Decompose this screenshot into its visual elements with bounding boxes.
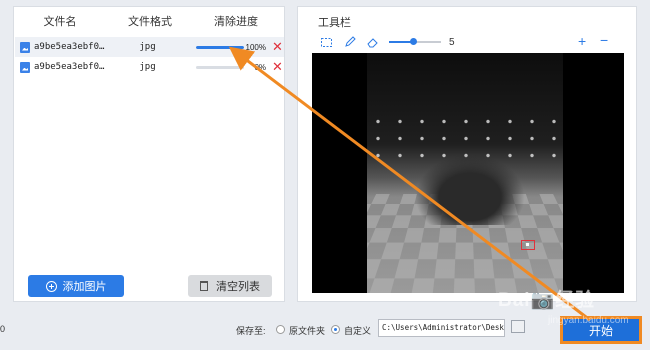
file-format: jpg — [139, 62, 156, 72]
custom-folder-label: 自定义 — [344, 326, 372, 336]
file-name: a9be5ea3ebf0… — [34, 62, 105, 72]
clear-list-button[interactable]: 清空列表 — [188, 275, 272, 297]
plus-circle-icon — [45, 280, 57, 292]
add-image-label: 添加图片 — [62, 281, 107, 293]
pen-icon[interactable] — [343, 36, 356, 48]
save-path-input[interactable]: C:\Users\Administrator\Desktop — [378, 319, 505, 337]
watermark-logo: Bai📷经验 — [498, 290, 596, 311]
col-format: 文件格式 — [128, 16, 172, 28]
zoom-in-button[interactable]: + — [578, 33, 586, 49]
toolbar-title: 工具栏 — [318, 17, 351, 29]
progress-bar — [196, 45, 244, 49]
edge-text: 0 — [0, 324, 6, 334]
delete-icon[interactable]: ✕ — [272, 61, 283, 74]
progress-text: 0% — [254, 62, 266, 72]
file-table-header: 文件名 文件格式 清除进度 — [14, 7, 284, 35]
preview-image — [367, 53, 563, 293]
file-name: a9be5ea3ebf0… — [34, 42, 105, 52]
original-folder-label: 原文件夹 — [289, 326, 326, 336]
preview-panel: 工具栏 5 + − — [297, 6, 637, 302]
brush-size-slider[interactable] — [389, 38, 441, 45]
image-file-icon — [20, 41, 30, 53]
delete-icon[interactable]: ✕ — [272, 41, 283, 54]
file-list-panel: 文件名 文件格式 清除进度 a9be5ea3ebf0… jpg 100% ✕ a… — [13, 6, 285, 302]
eraser-icon[interactable] — [366, 36, 379, 48]
watermark-url: jingyan.baidu.com — [548, 315, 629, 326]
folder-icon[interactable] — [511, 320, 525, 333]
progress-bar — [196, 65, 244, 69]
radio-custom-folder[interactable] — [331, 325, 340, 334]
toolbar: 5 — [320, 35, 455, 49]
select-rect-icon[interactable] — [320, 36, 333, 48]
watermark-select-icon[interactable] — [521, 240, 535, 250]
col-filename: 文件名 — [43, 16, 77, 28]
file-row[interactable]: a9be5ea3ebf0… jpg 0% ✕ — [15, 57, 284, 77]
image-canvas[interactable] — [312, 53, 624, 293]
clear-list-label: 清空列表 — [216, 281, 260, 293]
file-row[interactable]: a9be5ea3ebf0… jpg 100% ✕ — [15, 37, 284, 57]
col-progress: 清除进度 — [214, 16, 258, 28]
add-image-button[interactable]: 添加图片 — [28, 275, 124, 297]
radio-original-folder[interactable] — [276, 325, 285, 334]
image-file-icon — [20, 61, 30, 73]
save-to-label: 保存至: — [236, 326, 266, 336]
brush-size-value: 5 — [449, 36, 455, 48]
file-format: jpg — [139, 42, 156, 52]
trash-icon — [200, 281, 208, 291]
progress-text: 100% — [245, 42, 266, 52]
zoom-out-button[interactable]: − — [600, 32, 608, 48]
